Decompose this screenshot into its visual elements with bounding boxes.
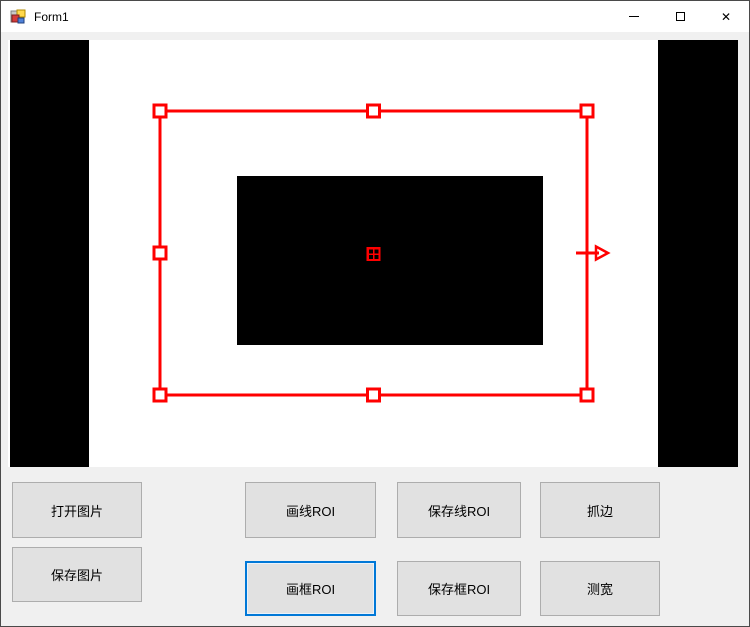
image-canvas[interactable] [8, 40, 738, 467]
roi-handle-bottom-center[interactable] [368, 389, 380, 401]
close-button[interactable]: ✕ [703, 1, 749, 32]
draw-line-roi-button[interactable]: 画线ROI [245, 482, 376, 538]
titlebar: Form1 ✕ [1, 1, 749, 32]
roi-handle-middle-left[interactable] [154, 247, 166, 259]
maximize-icon [676, 12, 685, 21]
roi-handle-bottom-left[interactable] [154, 389, 166, 401]
save-line-roi-button[interactable]: 保存线ROI [397, 482, 521, 538]
roi-center-marker[interactable] [367, 247, 381, 261]
minimize-button[interactable] [611, 1, 657, 32]
minimize-icon [629, 16, 639, 17]
save-image-button[interactable]: 保存图片 [12, 547, 142, 602]
grab-edge-button[interactable]: 抓边 [540, 482, 660, 538]
roi-handle-top-left[interactable] [154, 105, 166, 117]
app-window: Form1 ✕ [0, 0, 750, 627]
close-icon: ✕ [721, 11, 731, 23]
roi-handle-top-right[interactable] [581, 105, 593, 117]
measure-width-button[interactable]: 测宽 [540, 561, 660, 616]
roi-handle-top-center[interactable] [368, 105, 380, 117]
maximize-button[interactable] [657, 1, 703, 32]
open-image-button[interactable]: 打开图片 [12, 482, 142, 538]
roi-direction-arrow-icon [576, 247, 608, 260]
form-icon [10, 9, 26, 25]
roi-handle-bottom-right[interactable] [581, 389, 593, 401]
save-box-roi-button[interactable]: 保存框ROI [397, 561, 521, 616]
roi-overlay [8, 40, 738, 467]
draw-box-roi-button[interactable]: 画框ROI [245, 561, 376, 616]
window-title: Form1 [34, 10, 611, 24]
